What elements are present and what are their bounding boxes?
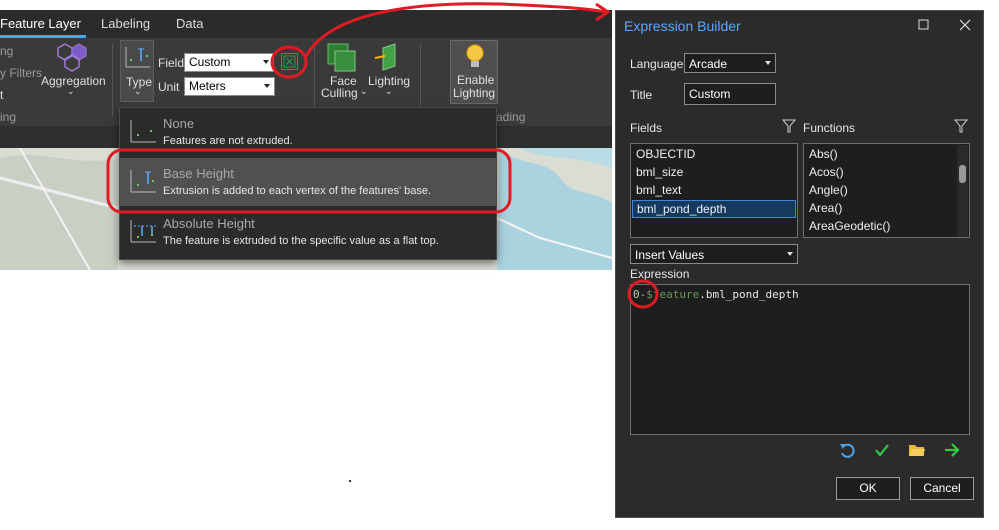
undo-icon[interactable] — [838, 441, 856, 459]
unit-dropdown-arrow-icon — [264, 84, 270, 88]
face-culling-chevron-icon[interactable]: ⌄ — [360, 86, 368, 97]
functions-list[interactable]: Abs() Acos() Angle() Area() AreaGeodetic… — [803, 143, 970, 238]
tab-data[interactable]: Data — [176, 16, 203, 31]
functions-scroll-thumb[interactable] — [959, 165, 966, 183]
function-list-item[interactable]: AreaGeodetic() — [805, 218, 955, 236]
extrusion-base-height-icon — [130, 170, 156, 193]
screenshot-root: Feature Layer Labeling Data ng y Filters… — [0, 0, 999, 530]
menu-item-base-height[interactable]: Base Height Extrusion is added to each v… — [120, 158, 496, 206]
fields-list[interactable]: OBJECTID bml_size bml_text bml_pond_dept… — [630, 143, 798, 238]
menu-item-absolute-height-description: The feature is extruded to the specific … — [163, 235, 439, 247]
language-label: Language — [630, 57, 684, 71]
functions-filter-funnel-icon[interactable] — [954, 119, 968, 133]
field-combobox[interactable]: Custom — [184, 53, 274, 72]
expression-editor[interactable]: 0-$feature.bml_pond_depth — [630, 284, 970, 435]
maximize-icon[interactable] — [916, 17, 932, 33]
expression-field-token: .bml_pond_depth — [699, 288, 799, 301]
function-list-item[interactable]: Area() — [805, 200, 955, 218]
lighting-icon — [374, 43, 396, 71]
unit-label: Unit — [158, 80, 180, 94]
aggregation-icon — [57, 43, 87, 72]
expression-variable-token: $feature — [646, 288, 700, 301]
language-select-value: Arcade — [689, 57, 728, 71]
ribbon-separator — [112, 44, 113, 116]
field-combobox-value: Custom — [189, 55, 231, 69]
ok-button[interactable]: OK — [836, 477, 900, 500]
expression-builder-dialog: Expression Builder Language Arcade Title… — [615, 10, 984, 518]
field-dropdown-arrow-icon — [263, 60, 269, 64]
fields-label: Fields — [630, 121, 663, 135]
insert-values-select[interactable]: Insert Values — [630, 244, 798, 264]
face-culling-button[interactable]: Culling — [321, 86, 358, 100]
title-label: Title — [630, 88, 653, 102]
partial-command-filters[interactable]: y Filters — [0, 66, 42, 80]
open-folder-icon[interactable] — [908, 441, 926, 459]
expression-builder-button[interactable] — [281, 53, 298, 70]
stray-dot — [349, 480, 351, 482]
type-button[interactable]: Type ⌄ — [120, 40, 154, 102]
cancel-button[interactable]: Cancel — [910, 477, 974, 500]
type-dropdown-chevron-icon: ⌄ — [134, 86, 142, 96]
enable-lighting-label-1: Enable — [457, 73, 495, 87]
face-culling-icon — [327, 43, 356, 72]
close-icon[interactable] — [957, 17, 973, 33]
field-list-item[interactable]: OBJECTID — [632, 146, 796, 164]
expression-number-token: 0- — [633, 288, 647, 301]
aggregation-dropdown-chevron-icon[interactable]: ⌄ — [67, 86, 75, 97]
extrusion-type-icon — [125, 47, 150, 68]
field-label: Field — [158, 56, 185, 70]
unit-combobox-value: Meters — [189, 79, 226, 93]
language-dropdown-arrow-icon — [765, 61, 771, 65]
tab-feature-layer[interactable]: Feature Layer — [0, 16, 81, 31]
menu-item-base-height-description: Extrusion is added to each vertex of the… — [163, 185, 432, 197]
enable-lighting-button[interactable]: Enable Lighting — [450, 40, 498, 104]
function-list-item[interactable]: Acos() — [805, 164, 955, 182]
shading-group-label: ading — [496, 110, 526, 124]
field-list-item[interactable]: bml_size — [632, 164, 796, 182]
functions-scrollbar[interactable] — [957, 145, 968, 237]
menu-item-none-description: Features are not extruded. — [163, 135, 293, 147]
dialog-title: Expression Builder — [624, 18, 741, 34]
expression-label: Expression — [630, 267, 690, 281]
title-input-value: Custom — [689, 87, 731, 101]
menu-item-absolute-height-title: Absolute Height — [163, 216, 255, 231]
partial-group-label: ing — [0, 110, 17, 124]
save-arrow-icon[interactable] — [943, 441, 961, 459]
insert-values-label: Insert Values — [635, 248, 705, 262]
extrusion-none-icon — [130, 120, 156, 143]
functions-label: Functions — [803, 121, 856, 135]
menu-item-none-title: None — [163, 116, 195, 131]
fields-filter-funnel-icon[interactable] — [782, 119, 796, 133]
ribbon-tab-bar: Feature Layer Labeling Data — [0, 10, 612, 38]
extrusion-type-menu: None Features are not extruded. Base Hei… — [119, 107, 497, 260]
tab-labeling[interactable]: Labeling — [101, 16, 150, 31]
partial-command-3[interactable]: t — [0, 88, 3, 102]
unit-combobox[interactable]: Meters — [184, 77, 275, 96]
expression-x-icon — [283, 55, 296, 68]
insert-values-arrow-icon — [787, 252, 793, 256]
enable-lighting-label-2: Lighting — [453, 86, 496, 100]
field-list-item[interactable]: bml_text — [632, 182, 796, 200]
ribbon-separator — [420, 44, 421, 116]
ribbon-separator — [314, 44, 315, 116]
extrusion-absolute-height-icon — [130, 220, 156, 243]
partial-command-1[interactable]: ng — [0, 44, 13, 58]
title-input[interactable]: Custom — [684, 83, 776, 105]
menu-item-base-height-title: Base Height — [163, 166, 234, 181]
function-list-item[interactable]: Angle() — [805, 182, 955, 200]
function-list-item[interactable]: Abs() — [805, 146, 955, 164]
menu-item-absolute-height[interactable]: Absolute Height The feature is extruded … — [120, 208, 496, 256]
menu-item-none[interactable]: None Features are not extruded. — [120, 108, 496, 156]
lightbulb-icon — [466, 44, 484, 67]
language-select[interactable]: Arcade — [684, 53, 776, 73]
verify-checkmark-icon[interactable] — [873, 441, 891, 459]
field-list-item-selected[interactable]: bml_pond_depth — [632, 200, 796, 218]
lighting-chevron-icon[interactable]: ⌄ — [385, 86, 393, 97]
